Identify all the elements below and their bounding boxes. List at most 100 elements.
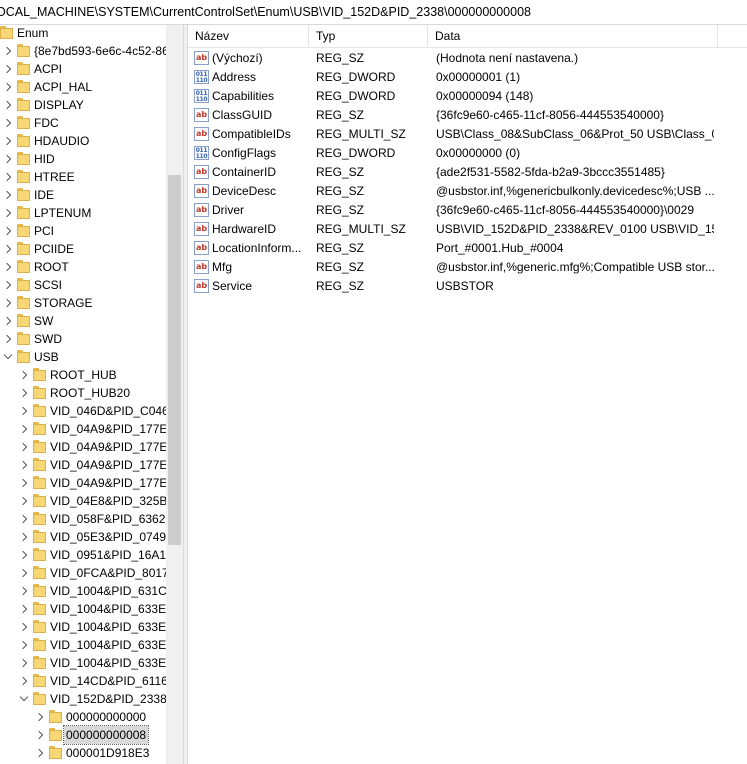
value-row[interactable]: ab ContainerID REG_SZ {ade2f531-5582-5fda-b… — [188, 163, 747, 182]
value-row[interactable]: ab LocationInform... REG_SZ Port_#0001.Hub_… — [188, 239, 747, 258]
tree-item-label: PCIIDE — [34, 242, 75, 256]
string-value-icon: ab — [194, 260, 209, 274]
value-row[interactable]: ab ClassGUID REG_SZ {36fc9e60-c465-11cf-805… — [188, 106, 747, 125]
chevron-right-icon[interactable] — [2, 60, 14, 78]
column-name[interactable]: Název — [188, 25, 309, 47]
chevron-right-icon[interactable] — [2, 312, 14, 330]
tree-item-label: VID_0FCA&PID_8017 — [50, 566, 169, 580]
chevron-right-icon[interactable] — [2, 168, 14, 186]
chevron-right-icon[interactable] — [18, 528, 30, 546]
folder-icon — [32, 493, 47, 508]
tree-item-label: VID_1004&PID_633E&M — [50, 638, 183, 652]
value-data: {ade2f531-5582-5fda-b2a9-3bccc3551485} — [436, 165, 665, 179]
chevron-right-icon[interactable] — [18, 384, 30, 402]
column-header: Název Typ Data — [188, 25, 747, 48]
folder-icon — [16, 151, 31, 166]
value-data: 0x00000094 (148) — [436, 89, 534, 103]
chevron-right-icon[interactable] — [18, 564, 30, 582]
folder-icon — [32, 385, 47, 400]
value-name: Mfg — [212, 260, 233, 274]
tree-item-label: Enum — [17, 26, 49, 40]
column-data[interactable]: Data — [428, 25, 718, 47]
value-row[interactable]: ab Driver REG_SZ {36fc9e60-c465-11cf-8056-4… — [188, 201, 747, 220]
chevron-right-icon[interactable] — [2, 114, 14, 132]
value-data: @usbstor.inf,%generic.mfg%;Compatible US… — [436, 260, 714, 274]
chevron-right-icon[interactable] — [18, 474, 30, 492]
chevron-right-icon[interactable] — [2, 294, 14, 312]
folder-icon — [48, 709, 63, 724]
value-type: REG_SZ — [316, 279, 365, 293]
chevron-down-icon[interactable] — [18, 690, 30, 708]
chevron-right-icon[interactable] — [18, 438, 30, 456]
chevron-right-icon[interactable] — [2, 186, 14, 204]
tree-item-label: DISPLAY — [34, 98, 84, 112]
chevron-right-icon[interactable] — [18, 600, 30, 618]
chevron-right-icon[interactable] — [2, 330, 14, 348]
tree-item-label: ACPI — [34, 62, 63, 76]
chevron-right-icon[interactable] — [2, 258, 14, 276]
tree-vertical-scrollbar[interactable] — [166, 25, 183, 764]
tree-item-label: 000001D918E3 — [66, 746, 150, 760]
chevron-right-icon[interactable] — [18, 546, 30, 564]
value-row[interactable]: 011 110 Address REG_DWORD 0x00000001 (1) — [188, 68, 747, 87]
tree-item-label: FDC — [34, 116, 59, 130]
chevron-right-icon[interactable] — [18, 366, 30, 384]
chevron-right-icon[interactable] — [2, 132, 14, 150]
chevron-right-icon[interactable] — [18, 618, 30, 636]
chevron-right-icon[interactable] — [18, 420, 30, 438]
folder-icon — [32, 691, 47, 706]
chevron-right-icon[interactable] — [18, 636, 30, 654]
value-type: REG_SZ — [316, 203, 365, 217]
value-row[interactable]: 011 110 Capabilities REG_DWORD 0x00000094 (… — [188, 87, 747, 106]
chevron-right-icon[interactable] — [18, 510, 30, 528]
chevron-right-icon[interactable] — [2, 276, 14, 294]
scrollbar-thumb[interactable] — [168, 175, 181, 545]
chevron-right-icon[interactable] — [18, 456, 30, 474]
tree-item-label: VID_05E3&PID_0749 — [50, 530, 167, 544]
chevron-right-icon[interactable] — [18, 654, 30, 672]
chevron-right-icon[interactable] — [2, 204, 14, 222]
folder-icon — [16, 313, 31, 328]
value-row[interactable]: ab DeviceDesc REG_SZ @usbstor.inf,%genericb… — [188, 182, 747, 201]
chevron-right-icon[interactable] — [34, 708, 46, 726]
chevron-right-icon[interactable] — [2, 150, 14, 168]
folder-icon — [32, 367, 47, 382]
values-list[interactable]: Název Typ Data ab (Výchozí) REG_SZ (Hodnota… — [188, 25, 747, 764]
tree-item-label: VID_04E8&PID_325B — [50, 494, 168, 508]
value-row[interactable]: ab Mfg REG_SZ @usbstor.inf,%generic.mfg%;Co… — [188, 258, 747, 277]
chevron-right-icon[interactable] — [34, 726, 46, 744]
value-row[interactable]: ab HardwareID REG_MULTI_SZ USB\VID_152D&PID… — [188, 220, 747, 239]
chevron-right-icon[interactable] — [2, 78, 14, 96]
tree-item-label: VID_1004&PID_631C — [50, 584, 167, 598]
value-row[interactable]: 011 110 ConfigFlags REG_DWORD 0x00000000 (0… — [188, 144, 747, 163]
chevron-right-icon[interactable] — [18, 672, 30, 690]
folder-icon — [16, 97, 31, 112]
chevron-right-icon[interactable] — [34, 744, 46, 762]
folder-icon — [32, 421, 47, 436]
tree-item-label: SWD — [34, 332, 62, 346]
chevron-right-icon[interactable] — [18, 402, 30, 420]
address-path: OCAL_MACHINE\SYSTEM\CurrentControlSet\En… — [0, 5, 531, 19]
chevron-right-icon[interactable] — [18, 582, 30, 600]
value-row[interactable]: ab Service REG_SZ USBSTOR — [188, 277, 747, 296]
value-data: USB\VID_152D&PID_2338&REV_0100 USB\VID_1… — [436, 222, 714, 236]
folder-icon — [32, 457, 47, 472]
string-value-icon: ab — [194, 127, 209, 141]
chevron-right-icon[interactable] — [18, 492, 30, 510]
folder-icon — [16, 187, 31, 202]
tree-item-label: HDAUDIO — [34, 134, 90, 148]
chevron-down-icon[interactable] — [2, 348, 14, 366]
chevron-right-icon[interactable] — [2, 222, 14, 240]
value-row[interactable]: ab CompatibleIDs REG_MULTI_SZ USB\Class_08&… — [188, 125, 747, 144]
chevron-right-icon[interactable] — [2, 42, 14, 60]
tree-item-label: ROOT — [34, 260, 69, 274]
value-name: ClassGUID — [212, 108, 273, 122]
value-type: REG_SZ — [316, 260, 365, 274]
value-row[interactable]: ab (Výchozí) REG_SZ (Hodnota není nastavena… — [188, 49, 747, 68]
chevron-right-icon[interactable] — [2, 96, 14, 114]
value-data: Port_#0001.Hub_#0004 — [436, 241, 564, 255]
key-tree[interactable]: Enum {8e7bd593-6e6c-4c52-86a ACPI ACPI_HAL D… — [0, 25, 183, 764]
address-bar[interactable]: OCAL_MACHINE\SYSTEM\CurrentControlSet\En… — [0, 0, 747, 25]
chevron-right-icon[interactable] — [2, 240, 14, 258]
column-type[interactable]: Typ — [309, 25, 428, 47]
